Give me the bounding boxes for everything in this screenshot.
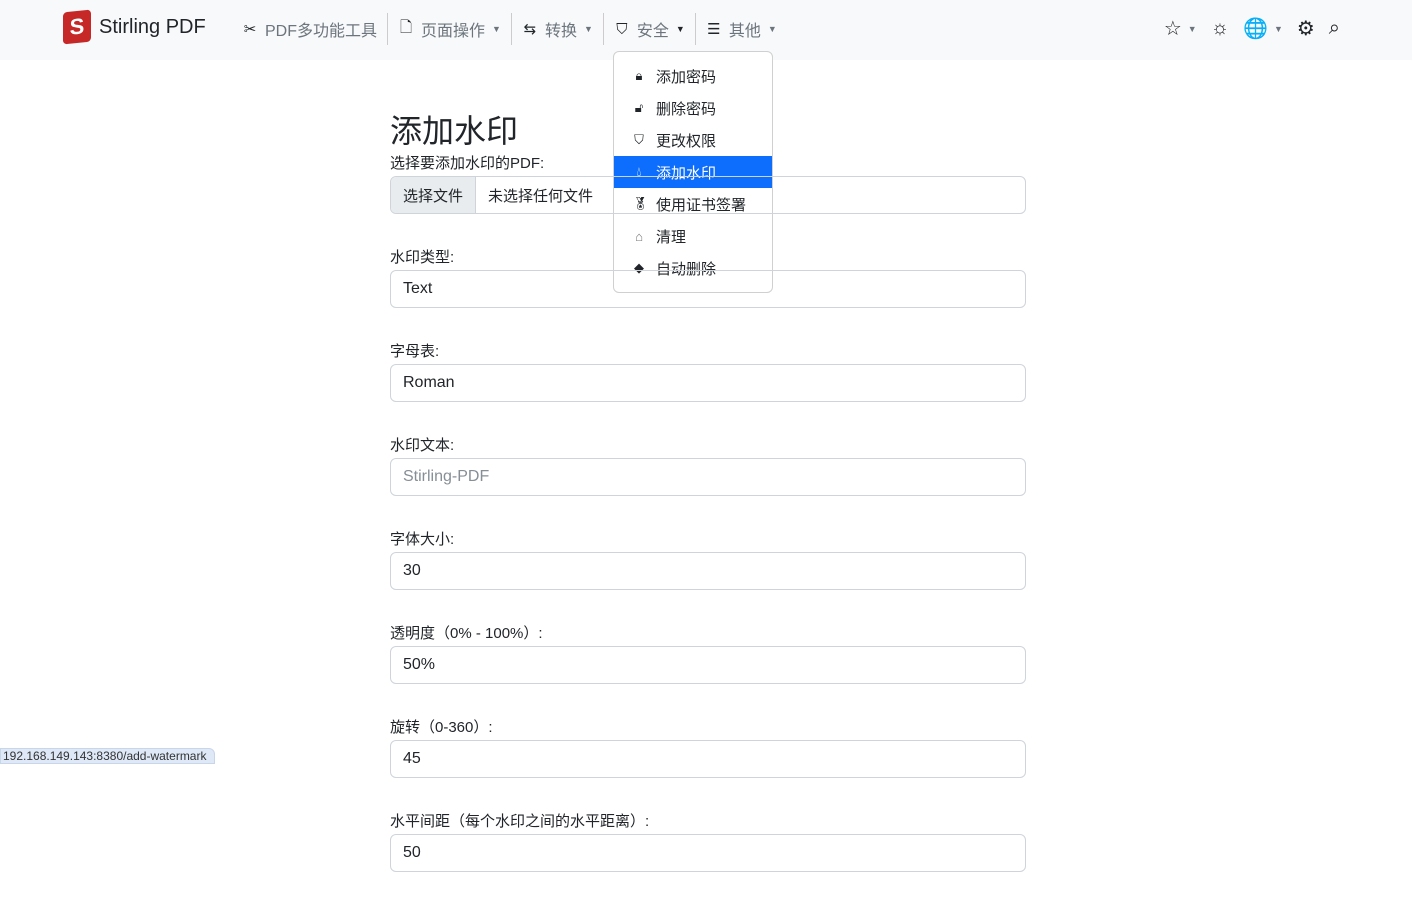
caret-down-icon[interactable]: ▼ xyxy=(1188,24,1197,34)
width-spacer-input[interactable]: 50 xyxy=(390,834,1026,872)
scissors-icon: ✂ xyxy=(243,21,257,38)
brand-link[interactable]: S Stirling PDF xyxy=(63,9,206,45)
nav-label: 页面操作 xyxy=(421,23,486,40)
brand-name: Stirling PDF xyxy=(99,15,206,38)
nav-multi-tool[interactable]: ✂ PDF多功能工具 xyxy=(232,13,389,45)
language-globe-icon[interactable]: 🌐 xyxy=(1243,16,1268,41)
field-label: 字母表: xyxy=(390,343,440,360)
field-label: 水平间距（每个水印之间的水平距离）: xyxy=(390,813,650,830)
file-label: 选择要添加水印的PDF: xyxy=(390,155,545,172)
field-label: 水印类型: xyxy=(390,249,455,266)
arrows-icon: ⇆ xyxy=(523,21,537,38)
favorites-star-icon[interactable]: ☆ xyxy=(1164,16,1182,41)
page-title: 添加水印 xyxy=(390,113,519,149)
caret-down-icon: ▼ xyxy=(767,24,777,34)
choose-file-button[interactable]: 选择文件 xyxy=(391,177,477,213)
file-pdf-icon: 🗋 xyxy=(399,18,413,36)
alphabet-select[interactable]: Roman xyxy=(390,364,1026,402)
nav-label: 其他 xyxy=(728,23,761,40)
status-bar-url: 192.168.149.143:8380/add-watermark xyxy=(0,748,216,764)
opacity-input[interactable]: 50% xyxy=(390,646,1026,684)
list-icon: ☰ xyxy=(707,21,721,38)
nav-label: 转换 xyxy=(544,23,577,40)
caret-down-icon: ▼ xyxy=(583,24,593,34)
nav-label: 安全 xyxy=(636,23,669,40)
menu-item-add-password[interactable]: 🔒︎ 添加密码 xyxy=(614,60,772,92)
caret-down-icon[interactable]: ▼ xyxy=(1274,24,1283,34)
font-size-input[interactable]: 30 xyxy=(390,552,1026,590)
watermark-type-select[interactable]: Text xyxy=(390,270,1026,308)
caret-down-icon: ▼ xyxy=(675,24,685,34)
shield-icon: ⛉ xyxy=(616,20,628,38)
field-label: 水印文本: xyxy=(390,437,455,454)
lock-icon: 🔒︎ xyxy=(635,68,643,83)
file-status: 未选择任何文件 xyxy=(488,187,594,205)
nav-other[interactable]: ☰ 其他 ▼ xyxy=(696,13,787,45)
field-label: 字体大小: xyxy=(390,531,455,548)
theme-sun-icon[interactable]: ☼ xyxy=(1211,17,1229,40)
nav-convert[interactable]: ⇆ 转换 ▼ xyxy=(512,13,604,45)
nav-page-ops[interactable]: 🗋 页面操作 ▼ xyxy=(388,13,512,45)
menu-label: 添加密码 xyxy=(656,68,717,86)
field-label: 透明度（0% - 100%）: xyxy=(390,625,543,642)
watermark-form: 添加水印 选择要添加水印的PDF: 选择文件 未选择任何文件 水印类型: Tex… xyxy=(390,106,1026,906)
nav-security[interactable]: ⛉ 安全 ▼ xyxy=(604,13,696,45)
caret-down-icon: ▼ xyxy=(492,24,501,34)
rotation-input[interactable]: 45 xyxy=(390,740,1026,778)
stirling-logo-icon: S xyxy=(63,9,91,45)
nav-label: PDF多功能工具 xyxy=(265,23,378,40)
file-input[interactable]: 选择文件 未选择任何文件 xyxy=(390,176,1026,214)
watermark-text-input[interactable]: Stirling-PDF xyxy=(390,458,1026,496)
settings-gear-icon[interactable]: ⚙ xyxy=(1297,16,1315,41)
field-label: 旋转（0-360）: xyxy=(390,719,493,736)
search-icon[interactable]: ⌕ xyxy=(1329,17,1340,40)
